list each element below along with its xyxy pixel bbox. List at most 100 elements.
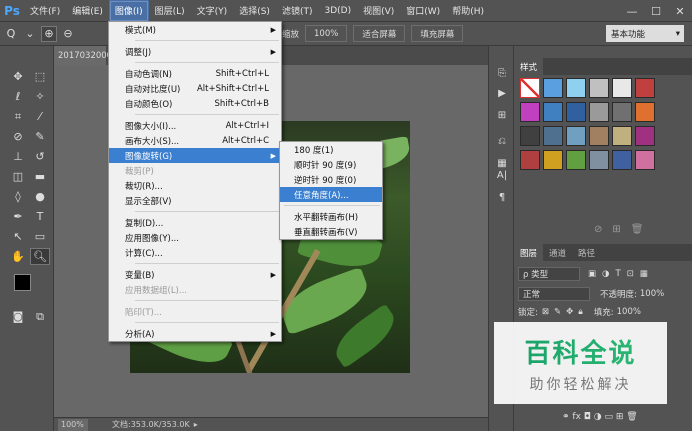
zoom-tool-preset-icon[interactable]: Q — [3, 26, 19, 42]
move-tool-icon[interactable]: ✥ — [8, 68, 28, 85]
layers-panel-footer[interactable]: ⚭ fx ◘ ◑ ▭ ⊞ 🗑 — [562, 412, 638, 422]
image-menu-item[interactable]: 裁切(R)... — [109, 178, 281, 193]
menu-image[interactable]: 图像(I) — [108, 0, 149, 22]
history-brush-icon[interactable]: ↺ — [30, 148, 50, 165]
rotate-menu-item[interactable]: 180 度(1) — [280, 142, 382, 157]
style-swatch[interactable] — [589, 102, 609, 122]
fill-screen-button[interactable]: 填充屏幕 — [411, 25, 464, 42]
close-button[interactable]: ✕ — [668, 0, 692, 22]
new-style-icon[interactable]: ⊞ — [612, 224, 620, 235]
trash-icon[interactable]: 🗑︎ — [631, 224, 644, 235]
document-tab[interactable]: 2017032000 — [54, 46, 112, 65]
dodge-tool-icon[interactable]: ● — [30, 188, 50, 205]
image-menu-item[interactable]: 模式(M) ▶ — [109, 22, 281, 37]
style-swatch[interactable] — [612, 150, 632, 170]
rotate-menu-item[interactable]: 垂直翻转画布(V) — [280, 224, 382, 239]
image-menu-item[interactable]: 自动对比度(U) Alt+Shift+Ctrl+L — [109, 81, 281, 96]
image-menu-item[interactable]: 调整(J) ▶ — [109, 44, 281, 59]
image-menu-item[interactable]: 显示全部(V) — [109, 193, 281, 208]
zoom-out-icon[interactable]: ⊖ — [60, 26, 76, 42]
zoom-100-button[interactable]: 100% — [305, 25, 348, 42]
fit-screen-button[interactable]: 适合屏幕 — [353, 25, 406, 42]
zoom-tool-icon[interactable]: 🔍︎ — [30, 248, 50, 265]
menu-select[interactable]: 选择(S) — [233, 0, 276, 22]
style-swatch[interactable] — [520, 150, 540, 170]
crop-tool-icon[interactable]: ⌗ — [8, 108, 28, 125]
healing-brush-icon[interactable]: ⊘ — [8, 128, 28, 145]
style-swatch[interactable] — [520, 78, 540, 98]
lasso-tool-icon[interactable]: ℓ — [8, 88, 28, 105]
foreground-color-swatch[interactable] — [14, 274, 31, 291]
shape-tool-icon[interactable]: ▭ — [30, 228, 50, 245]
maximize-button[interactable]: ☐ — [644, 0, 668, 22]
style-swatch[interactable] — [566, 102, 586, 122]
actions-panel-icon[interactable]: ▶ — [494, 86, 510, 100]
workspace-select[interactable]: 基本功能 ▾ — [606, 25, 684, 42]
menu-type[interactable]: 文字(Y) — [191, 0, 234, 22]
menu-file[interactable]: 文件(F) — [24, 0, 66, 22]
menu-3d[interactable]: 3D(D) — [318, 0, 357, 22]
style-swatch[interactable] — [589, 78, 609, 98]
style-swatch[interactable] — [566, 150, 586, 170]
image-menu-item[interactable]: 自动颜色(O) Shift+Ctrl+B — [109, 96, 281, 111]
opacity-value[interactable]: 100% — [640, 289, 664, 299]
gradient-icon[interactable]: ▬ — [30, 168, 50, 185]
image-menu-item[interactable]: 画布大小(S)... Alt+Ctrl+C — [109, 133, 281, 148]
eyedropper-icon[interactable]: ⁄ — [30, 108, 50, 125]
clone-stamp-icon[interactable]: ⊥ — [8, 148, 28, 165]
style-swatch[interactable] — [635, 150, 655, 170]
style-swatch[interactable] — [612, 126, 632, 146]
status-arrow-icon[interactable]: ▸ — [194, 420, 198, 429]
pen-tool-icon[interactable]: ✒ — [8, 208, 28, 225]
screen-mode-icon[interactable]: ⧉ — [30, 308, 50, 325]
fill-value[interactable]: 100% — [617, 307, 641, 317]
style-swatch[interactable] — [589, 126, 609, 146]
quick-mask-icon[interactable]: ◙ — [8, 308, 28, 325]
tab-channels[interactable]: 通道 — [543, 244, 572, 261]
style-swatch[interactable] — [543, 126, 563, 146]
style-swatch[interactable] — [543, 150, 563, 170]
layer-kind-select[interactable]: ρ 类型 — [518, 267, 580, 281]
style-swatch[interactable] — [589, 150, 609, 170]
document-size-info[interactable]: 文档:353.0K/353.0K — [112, 419, 190, 430]
style-swatch[interactable] — [543, 78, 563, 98]
image-menu-item[interactable]: 应用图像(Y)... — [109, 230, 281, 245]
tab-paths[interactable]: 路径 — [572, 244, 601, 261]
menu-window[interactable]: 窗口(W) — [400, 0, 446, 22]
menu-filter[interactable]: 滤镜(T) — [276, 0, 319, 22]
lock-icons[interactable]: ⊠✎✥🔒︎ — [542, 307, 588, 317]
style-swatch[interactable] — [543, 102, 563, 122]
no-style-icon[interactable]: ⊘ — [594, 224, 602, 235]
style-swatch[interactable] — [566, 78, 586, 98]
menu-help[interactable]: 帮助(H) — [446, 0, 490, 22]
marquee-tool-icon[interactable]: ⬚ — [30, 68, 50, 85]
image-menu-item[interactable]: 分析(A) ▶ — [109, 326, 281, 341]
path-select-icon[interactable]: ↖ — [8, 228, 28, 245]
menu-edit[interactable]: 编辑(E) — [66, 0, 109, 22]
dropdown-arrow-icon[interactable]: ⌄ — [22, 26, 38, 42]
tab-styles[interactable]: 样式 — [514, 58, 544, 75]
rotate-menu-item[interactable]: 任意角度(A)... — [280, 187, 382, 202]
rotate-menu-item[interactable]: 顺时针 90 度(9) — [280, 157, 382, 172]
layer-filter-icons[interactable]: ▣◑T⊡▦ — [588, 269, 654, 279]
style-swatch[interactable] — [520, 126, 540, 146]
status-zoom-field[interactable]: 100% — [58, 418, 88, 431]
image-menu-item[interactable]: 图像旋转(G) ▶ — [109, 148, 281, 163]
blend-mode-select[interactable]: 正常 — [518, 287, 590, 301]
style-swatch[interactable] — [635, 102, 655, 122]
image-menu-item[interactable]: 计算(C)... — [109, 245, 281, 260]
style-swatch[interactable] — [612, 102, 632, 122]
style-swatch[interactable] — [635, 78, 655, 98]
menu-layer[interactable]: 图层(L) — [149, 0, 191, 22]
brush-tool-icon[interactable]: ✎ — [30, 128, 50, 145]
hand-tool-icon[interactable]: ✋ — [8, 248, 28, 265]
style-swatch[interactable] — [520, 102, 540, 122]
image-menu-item[interactable]: 变量(B) ▶ — [109, 267, 281, 282]
eraser-icon[interactable]: ◫ — [8, 168, 28, 185]
style-swatch[interactable] — [612, 78, 632, 98]
blur-tool-icon[interactable]: ◊ — [8, 188, 28, 205]
menu-view[interactable]: 视图(V) — [357, 0, 400, 22]
zoom-in-icon[interactable]: ⊕ — [41, 25, 57, 42]
rotate-menu-item[interactable]: 逆时针 90 度(0) — [280, 172, 382, 187]
type-tool-icon[interactable]: T — [30, 208, 50, 225]
